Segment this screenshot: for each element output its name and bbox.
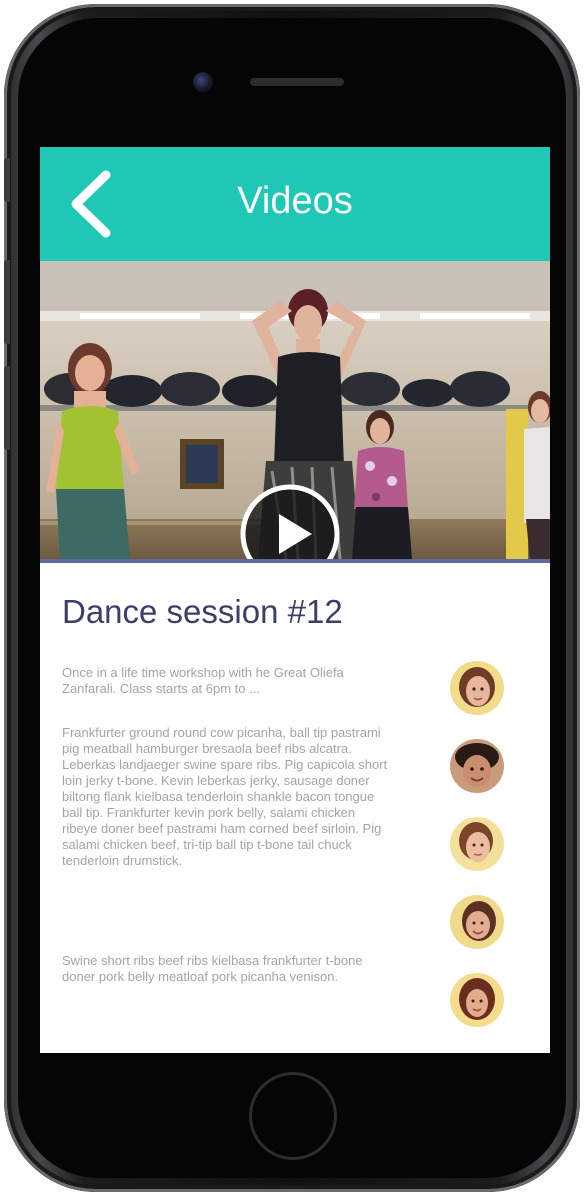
participant-list [448, 661, 508, 1041]
nav-bar: Videos [40, 147, 550, 261]
back-button[interactable] [66, 169, 122, 239]
front-camera-icon [193, 72, 213, 92]
chevron-left-icon [71, 170, 111, 238]
avatar[interactable] [450, 895, 504, 949]
session-title: Dance session #12 [62, 593, 343, 630]
home-button[interactable] [249, 1072, 337, 1160]
app-screen: Videos Dance session #12 Once in a life … [40, 147, 550, 1053]
session-intro: Once in a life time workshop with he Gre… [62, 665, 344, 696]
mute-switch [4, 158, 10, 202]
earpiece-speaker [250, 78, 344, 86]
video-thumbnail[interactable] [40, 261, 550, 559]
play-icon [240, 484, 340, 559]
volume-up-button [4, 260, 10, 344]
volume-down-button [4, 366, 10, 450]
avatar[interactable] [450, 973, 504, 1027]
session-description: Frankfurter ground round cow picanha, ba… [62, 725, 388, 868]
session-description-extra: Swine short ribs beef ribs kielbasa fran… [62, 953, 363, 984]
avatar[interactable] [450, 817, 504, 871]
avatar[interactable] [450, 739, 504, 793]
play-button[interactable] [238, 482, 342, 559]
video-divider [40, 559, 550, 563]
avatar[interactable] [450, 661, 504, 715]
